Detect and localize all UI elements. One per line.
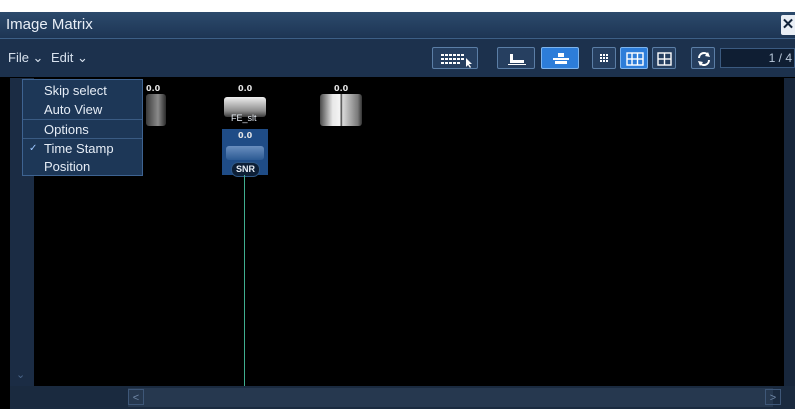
page-indicator-text: 1 / 4 xyxy=(768,51,792,65)
cell-value: 0.0 xyxy=(146,84,161,93)
grid-small-icon xyxy=(600,54,608,62)
left-edge xyxy=(0,78,10,409)
menu-file[interactable]: File ⌄ xyxy=(8,50,43,66)
scroll-down-icon[interactable]: ⌄ xyxy=(16,368,25,381)
menu-item-options[interactable]: Options xyxy=(23,120,142,139)
image-thumbnail[interactable] xyxy=(320,94,362,126)
layout-medium-button[interactable] xyxy=(620,47,648,69)
layout-small-button[interactable] xyxy=(592,47,616,69)
menu-item-skip-select[interactable]: Skip select xyxy=(23,81,142,100)
scroll-right-icon[interactable]: > xyxy=(765,389,781,405)
grid-cursor-icon xyxy=(441,54,472,68)
menu-item-position[interactable]: Position xyxy=(23,157,142,176)
cell-value: 0.0 xyxy=(238,131,253,140)
menu-item-auto-view[interactable]: Auto View xyxy=(23,100,142,119)
refresh-icon xyxy=(698,52,710,66)
image-thumbnail[interactable] xyxy=(146,94,166,126)
cell-value: 0.0 xyxy=(238,84,253,93)
cursor-line xyxy=(244,175,245,386)
menu-item-label: Position xyxy=(44,159,91,174)
menu-item-label: Time Stamp xyxy=(44,141,114,156)
page-indicator[interactable]: 1 / 4 xyxy=(720,48,795,68)
align-bottom-icon xyxy=(508,54,526,65)
layout-large-button[interactable] xyxy=(652,47,676,69)
grid-large-icon xyxy=(657,52,672,66)
close-button[interactable]: ✕ xyxy=(781,15,795,35)
refresh-button[interactable] xyxy=(691,47,715,69)
menu-item-label: Skip select xyxy=(44,83,107,98)
series-label: FE_slt xyxy=(231,113,257,123)
right-scrollbar[interactable] xyxy=(784,78,795,386)
align-bottom-button[interactable] xyxy=(497,47,535,69)
title-bar: Image Matrix ✕ xyxy=(0,12,795,39)
menu-item-time-stamp[interactable]: ✓ Time Stamp xyxy=(23,139,142,158)
image-thumbnail[interactable] xyxy=(226,146,264,160)
menu-item-label: Options xyxy=(44,122,89,137)
options-dropdown: Skip select Auto View Options ✓ Time Sta… xyxy=(22,79,143,176)
window-title: Image Matrix xyxy=(6,16,93,33)
align-center-button[interactable] xyxy=(541,47,579,69)
scroll-left-icon[interactable]: < xyxy=(128,389,144,405)
menu-edit[interactable]: Edit ⌄ xyxy=(51,50,88,66)
horizontal-scrollbar[interactable]: < > xyxy=(10,386,795,409)
align-center-icon xyxy=(553,53,569,64)
checkmark-icon: ✓ xyxy=(29,143,38,154)
grid-medium-icon xyxy=(626,52,644,66)
menu-item-label: Auto View xyxy=(44,102,103,117)
matrix-select-button[interactable] xyxy=(432,47,478,69)
horizontal-scroll-thumb[interactable] xyxy=(128,388,773,407)
snr-badge: SNR xyxy=(231,162,260,177)
cell-value: 0.0 xyxy=(334,84,349,93)
